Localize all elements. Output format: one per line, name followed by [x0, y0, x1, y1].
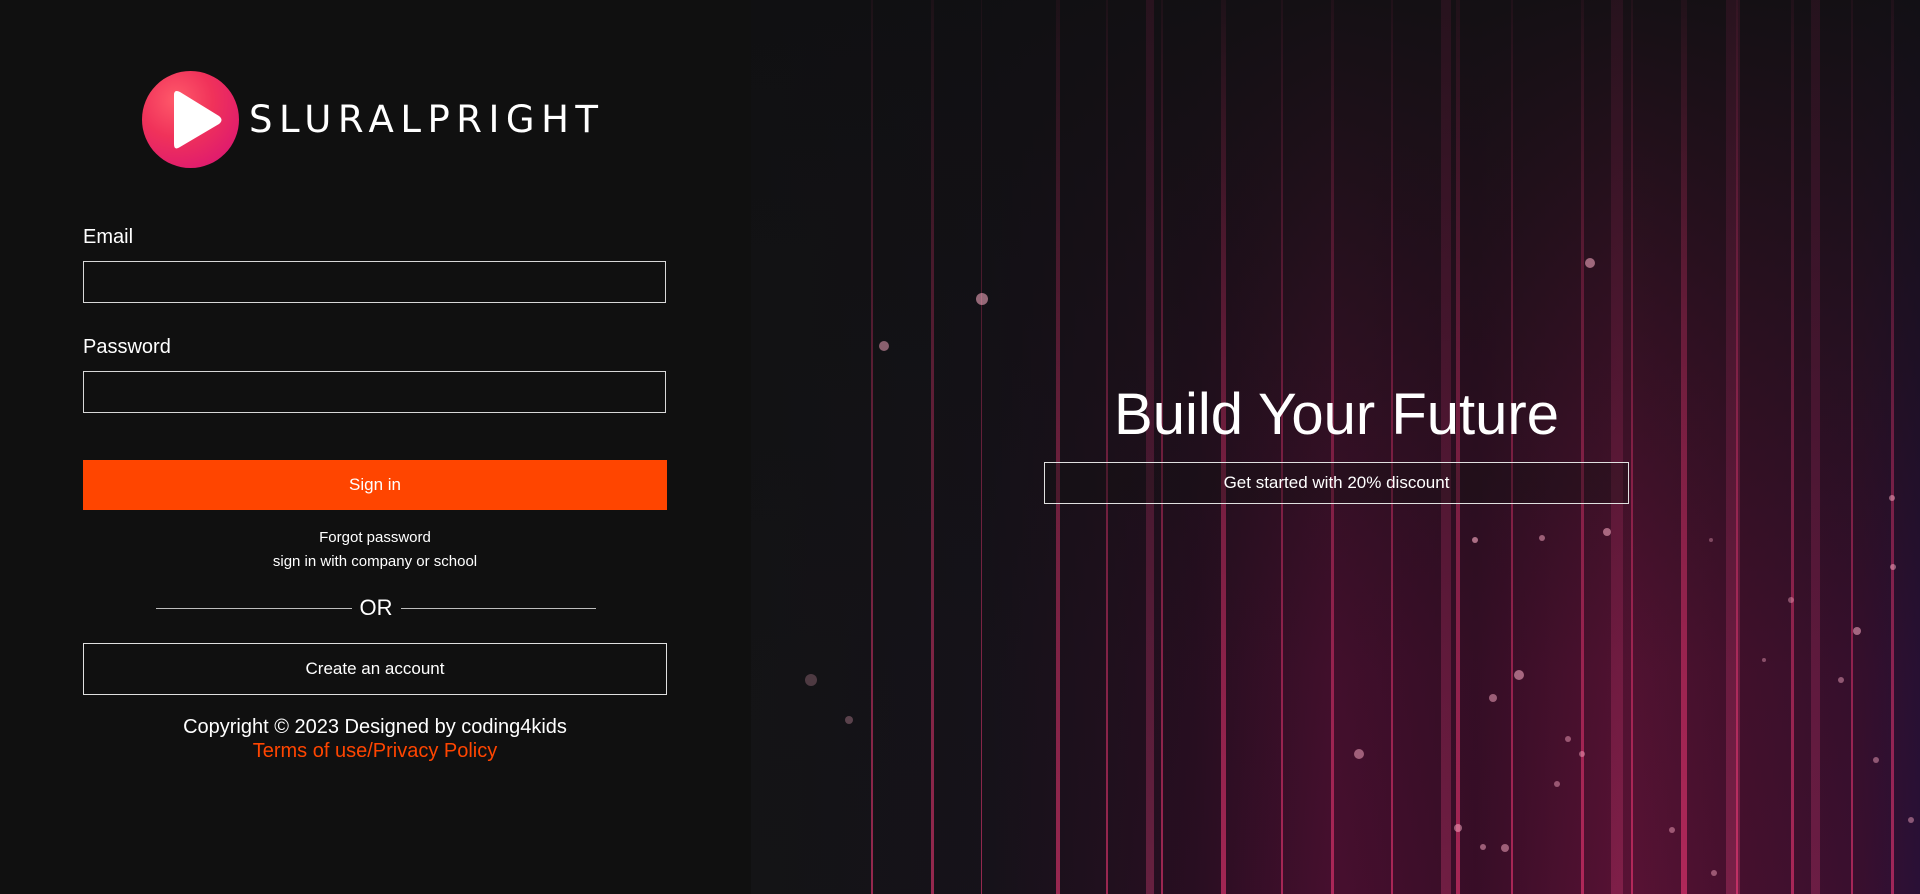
- terms-privacy-link[interactable]: Terms of use/Privacy Policy: [83, 740, 667, 763]
- password-label: Password: [83, 336, 171, 358]
- divider-line: [400, 607, 596, 609]
- forgot-password-link[interactable]: Forgot password: [83, 529, 667, 546]
- or-divider: OR: [156, 594, 596, 622]
- copyright-text: Copyright © 2023 Designed by coding4kids: [183, 716, 567, 738]
- divider-line: [156, 607, 352, 609]
- create-account-button[interactable]: Create an account: [83, 643, 667, 695]
- company-signin-link[interactable]: sign in with company or school: [83, 553, 667, 570]
- brand-name: SLURALPRIGHT: [249, 98, 605, 141]
- hero-headline: Build Your Future: [1114, 382, 1559, 447]
- sign-in-button[interactable]: Sign in: [83, 460, 667, 510]
- login-panel: SLURALPRIGHT Email Password Sign in Forg…: [0, 0, 751, 894]
- email-label: Email: [83, 226, 134, 248]
- or-text: OR: [359, 595, 393, 620]
- email-input[interactable]: [83, 261, 666, 303]
- login-page: SLURALPRIGHT Email Password Sign in Forg…: [0, 0, 1920, 894]
- password-input[interactable]: [83, 371, 666, 413]
- brand-logo: SLURALPRIGHT: [142, 71, 605, 168]
- get-started-discount-button[interactable]: Get started with 20% discount: [1044, 462, 1629, 504]
- play-icon: [142, 71, 239, 168]
